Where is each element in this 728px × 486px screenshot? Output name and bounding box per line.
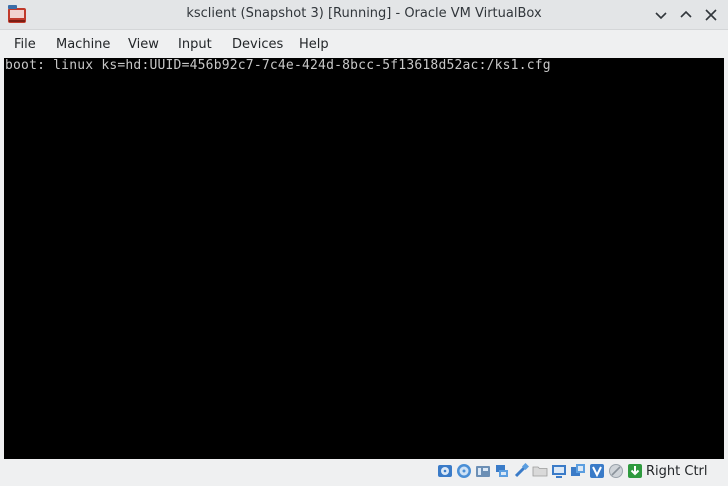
keyboard-capture-icon[interactable] xyxy=(627,463,643,479)
mouse-integration-icon[interactable] xyxy=(608,463,624,479)
network-icon[interactable] xyxy=(494,463,510,479)
maximize-button[interactable] xyxy=(677,6,695,24)
display-icon[interactable] xyxy=(551,463,567,479)
audio-icon[interactable] xyxy=(475,463,491,479)
video-capture-icon[interactable] xyxy=(570,463,586,479)
menu-bar: File Machine View Input Devices Help xyxy=(0,30,728,58)
status-bar: Right Ctrl xyxy=(0,459,728,486)
console-boot-line: boot: linux ks=hd:UUID=456b92c7-7c4e-424… xyxy=(5,58,551,73)
minimize-button[interactable] xyxy=(652,6,670,24)
host-key-label: Right Ctrl xyxy=(646,464,708,479)
menu-file[interactable]: File xyxy=(14,37,36,52)
hard-disk-icon[interactable] xyxy=(437,463,453,479)
optical-drive-icon[interactable] xyxy=(456,463,472,479)
title-bar[interactable]: ksclient (Snapshot 3) [Running] - Oracle… xyxy=(0,0,728,30)
vt-x-icon[interactable] xyxy=(589,463,605,479)
vm-display[interactable]: boot: linux ks=hd:UUID=456b92c7-7c4e-424… xyxy=(4,58,724,459)
usb-icon[interactable] xyxy=(513,463,529,479)
menu-machine[interactable]: Machine xyxy=(56,37,110,52)
window-title: ksclient (Snapshot 3) [Running] - Oracle… xyxy=(186,6,542,21)
menu-devices[interactable]: Devices xyxy=(232,37,283,52)
menu-view[interactable]: View xyxy=(128,37,159,52)
shared-folders-icon[interactable] xyxy=(532,463,548,479)
close-button[interactable] xyxy=(702,6,720,24)
menu-input[interactable]: Input xyxy=(178,37,212,52)
menu-help[interactable]: Help xyxy=(299,37,329,52)
